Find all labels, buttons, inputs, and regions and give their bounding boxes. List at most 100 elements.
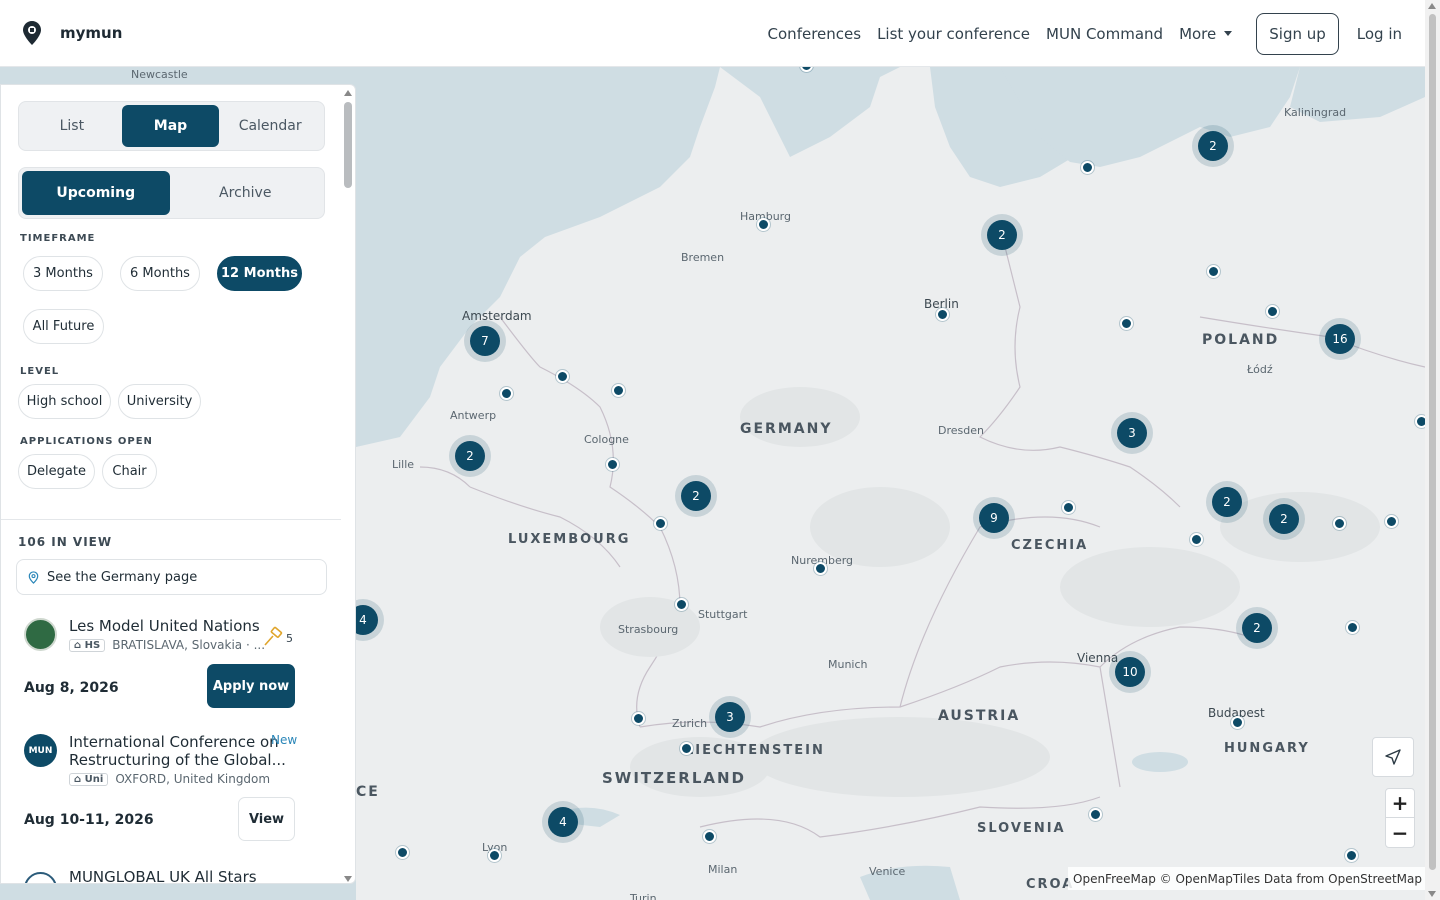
apply-now-button[interactable]: Apply now [207,664,295,708]
brand[interactable]: mymun [22,20,122,46]
conference-cluster[interactable]: 16 [1319,318,1361,360]
cluster-count: 2 [1269,504,1299,534]
cluster-count: 7 [470,326,500,356]
chip-all-future[interactable]: All Future [23,309,104,344]
tab-map[interactable]: Map [121,105,220,147]
city-label: Łódź [1247,363,1273,376]
nav-more-label: More [1179,24,1217,43]
conference-marker[interactable] [654,517,667,530]
cluster-count: 2 [987,220,1017,250]
chip-6-months[interactable]: 6 Months [120,256,200,291]
conference-marker[interactable] [500,387,513,400]
chip-high-school[interactable]: High school [18,384,111,419]
conference-marker[interactable] [612,384,625,397]
conference-marker[interactable] [1089,808,1102,821]
conference-cluster[interactable]: 2 [981,214,1023,256]
scroll-up-icon[interactable] [344,90,352,96]
cluster-count: 2 [681,481,711,511]
zoom-out-button[interactable]: − [1386,818,1414,847]
country-label: GERMANY [740,421,833,437]
conference-marker[interactable] [1345,849,1358,862]
germany-link-label: See the Germany page [47,569,198,585]
map-pin-icon [28,570,39,584]
results-count: 106 IN VIEW [18,535,113,549]
conference-cluster[interactable]: 7 [464,320,506,362]
conference-marker[interactable] [1120,317,1133,330]
scroll-thumb[interactable] [344,102,352,188]
conference-marker[interactable] [1062,501,1075,514]
nav-mun-command[interactable]: MUN Command [1046,25,1163,43]
conference-marker[interactable] [936,308,949,321]
conference-cluster[interactable]: 9 [973,497,1015,539]
conference-name[interactable]: International Conference on Restructurin… [69,733,286,769]
conference-marker[interactable] [396,846,409,859]
conference-marker[interactable] [675,598,688,611]
conference-marker[interactable] [680,742,693,755]
nav-list-your-conference[interactable]: List your conference [877,25,1030,43]
page-scrollbar[interactable] [1425,0,1440,900]
tab-calendar[interactable]: Calendar [219,105,321,147]
chip-12-months[interactable]: 12 Months [217,256,302,291]
cap-icon: ⌂ [74,773,85,785]
attribution-text[interactable]: OpenFreeMap © OpenMapTiles Data from Ope… [1073,872,1422,886]
conference-cluster[interactable]: 2 [1206,481,1248,523]
conference-marker[interactable] [1081,161,1094,174]
tab-upcoming[interactable]: Upcoming [22,171,170,215]
conference-marker[interactable] [1346,621,1359,634]
chip-university[interactable]: University [118,384,201,419]
scroll-up-icon[interactable] [1428,3,1436,9]
conference-marker[interactable] [1190,533,1203,546]
conference-marker[interactable] [632,712,645,725]
new-badge: New [271,733,298,747]
conference-marker[interactable] [556,370,569,383]
divider [1,519,341,520]
conference-marker[interactable] [1385,515,1398,528]
conference-cluster[interactable]: 3 [1111,412,1153,454]
conference-marker[interactable] [1207,265,1220,278]
locate-button[interactable] [1372,737,1414,777]
chip-3-months[interactable]: 3 Months [23,256,103,291]
tab-list[interactable]: List [22,105,122,147]
scroll-thumb[interactable] [1429,14,1436,870]
conference-cluster[interactable]: 10 [1109,651,1151,693]
conference-cluster[interactable]: 3 [709,696,751,738]
view-button[interactable]: View [238,797,295,841]
scroll-down-icon[interactable] [1428,891,1436,897]
sidebar-scrollbar[interactable] [341,85,355,883]
conference-cluster[interactable]: 2 [1236,607,1278,649]
conference-cluster[interactable]: 4 [542,801,584,843]
cluster-count: 16 [1325,324,1355,354]
tab-archive[interactable]: Archive [170,171,322,215]
chip-delegate[interactable]: Delegate [18,454,95,489]
conference-cluster[interactable]: 2 [449,435,491,477]
zoom-in-button[interactable]: + [1386,789,1414,818]
conference-marker[interactable] [488,849,501,862]
germany-page-link[interactable]: See the Germany page [16,559,327,595]
cluster-count: 2 [455,441,485,471]
applications-label: APPLICATIONS OPEN [20,436,153,447]
nav-more-dropdown[interactable]: More [1179,24,1233,43]
conference-marker[interactable] [814,562,827,575]
conference-cluster[interactable]: 2 [675,475,717,517]
conference-marker[interactable] [1415,415,1425,428]
conference-marker[interactable] [757,218,770,231]
conference-marker[interactable] [1266,305,1279,318]
conference-marker[interactable] [703,830,716,843]
conference-name[interactable]: MUNGLOBAL UK All Stars [69,868,257,883]
login-link[interactable]: Log in [1357,25,1402,43]
chip-chair[interactable]: Chair [102,454,157,489]
zoom-controls: + − [1385,788,1415,848]
conference-marker[interactable] [1231,716,1244,729]
level-tag: ⌂ Uni [69,772,109,786]
country-label: CZECHIA [1011,538,1089,553]
conference-marker[interactable] [606,458,619,471]
nav-conferences[interactable]: Conferences [768,25,862,43]
conference-name[interactable]: Les Model United Nations [69,617,260,635]
conference-cluster[interactable]: 2 [1192,125,1234,167]
conference-cluster[interactable]: 2 [1263,498,1305,540]
country-label: LUXEMBOURG [508,532,631,547]
conference-marker[interactable] [1333,517,1346,530]
scroll-down-icon[interactable] [344,876,352,882]
signup-button[interactable]: Sign up [1256,12,1339,55]
country-label: LIECHTENSTEIN [685,743,825,758]
